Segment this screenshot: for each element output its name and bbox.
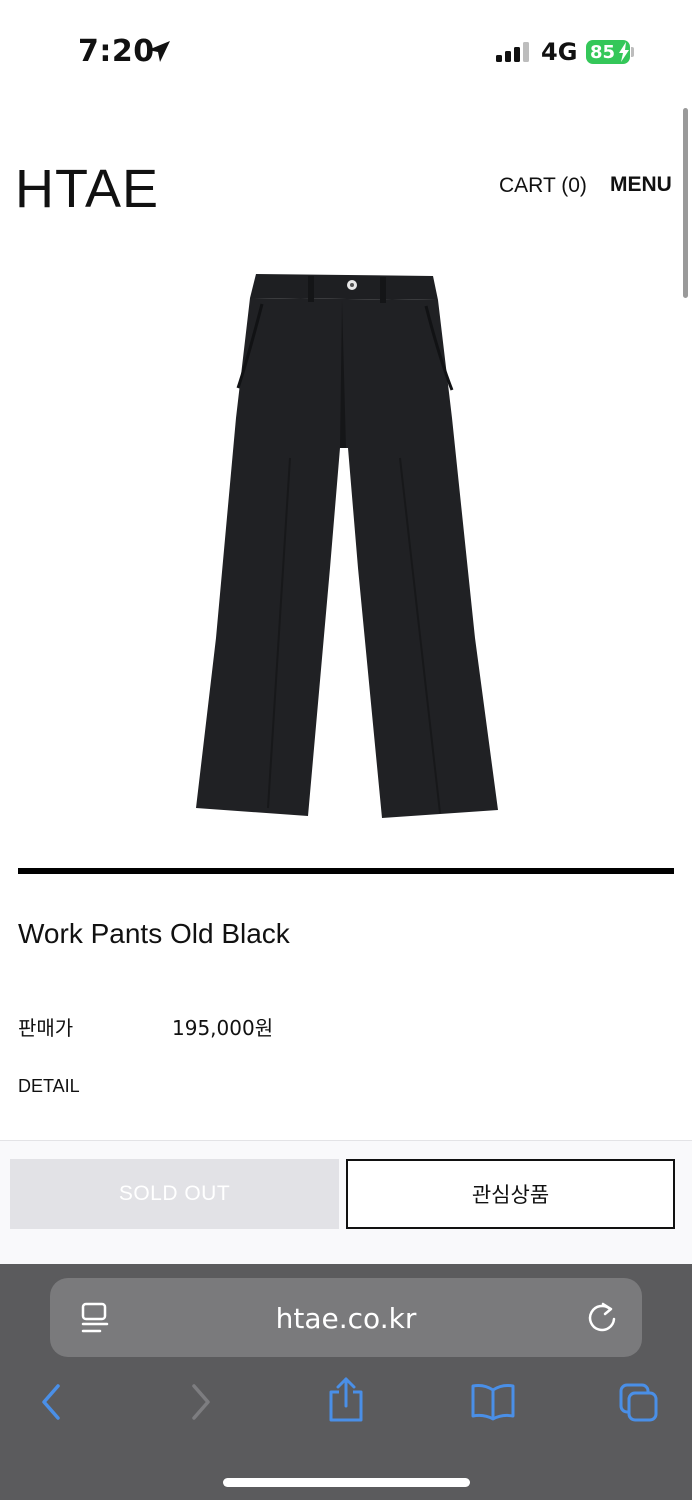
- location-arrow-icon: [148, 41, 170, 62]
- bookmarks-icon[interactable]: [470, 1382, 516, 1422]
- battery-cap: [631, 47, 634, 57]
- charging-bolt-icon: [619, 42, 629, 62]
- reload-icon[interactable]: [588, 1302, 618, 1334]
- menu-button[interactable]: MENU: [610, 173, 672, 197]
- detail-link[interactable]: DETAIL: [18, 1076, 80, 1097]
- browser-toolbar: htae.co.kr: [0, 1264, 692, 1500]
- sold-out-button[interactable]: SOLD OUT: [10, 1159, 339, 1229]
- price-value: 195,000원: [172, 1016, 274, 1040]
- status-time: 7:20: [78, 34, 155, 69]
- share-icon[interactable]: [327, 1376, 365, 1422]
- address-bar[interactable]: htae.co.kr: [50, 1278, 642, 1357]
- back-icon[interactable]: [38, 1382, 64, 1422]
- wishlist-button[interactable]: 관심상품: [346, 1159, 675, 1229]
- tabs-icon[interactable]: [618, 1382, 660, 1424]
- status-bar: 7:20 4G 85: [0, 0, 692, 100]
- purchase-action-bar: SOLD OUT 관심상품: [0, 1140, 692, 1264]
- url-text[interactable]: htae.co.kr: [50, 1302, 642, 1335]
- product-name: Work Pants Old Black: [18, 918, 290, 949]
- battery-level: 85: [590, 41, 616, 63]
- site-header: HTAE CART (0) MENU: [0, 150, 692, 220]
- cart-link[interactable]: CART (0): [499, 174, 587, 198]
- home-indicator[interactable]: [223, 1478, 470, 1487]
- product-image: [196, 274, 498, 818]
- network-type: 4G: [541, 38, 578, 66]
- section-divider: [18, 868, 674, 874]
- price-label: 판매가: [18, 1016, 74, 1040]
- site-logo[interactable]: HTAE: [15, 158, 159, 220]
- forward-icon[interactable]: [188, 1382, 214, 1422]
- cellular-signal-icon: [496, 42, 529, 62]
